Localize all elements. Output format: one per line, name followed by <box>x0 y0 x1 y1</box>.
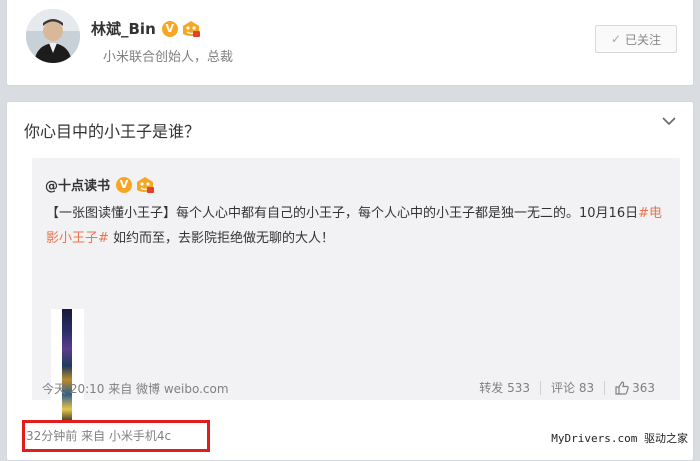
post-text: 你心目中的小王子是谁？ <box>24 122 201 141</box>
repost-button[interactable]: 转发 533 <box>479 379 530 396</box>
avatar-image <box>26 9 80 63</box>
post-card: 你心目中的小王子是谁？ @十点读书 V 【一张图读懂小王子】每个人心中都有自己的… <box>6 101 694 461</box>
user-name[interactable]: 林斌_Bin <box>91 18 156 39</box>
post-time-source[interactable]: 32分钟前 来自 小米手机4c <box>26 427 171 444</box>
check-icon: ✓ <box>610 32 622 46</box>
followed-button[interactable]: ✓ 已关注 <box>595 25 677 53</box>
verified-v-icon: V <box>116 176 133 193</box>
vip-member-icon[interactable] <box>135 176 155 194</box>
repost-body-text-1: 【一张图读懂小王子】每个人心中都有自己的小王子，每个人心中的小王子都是独一无二的… <box>46 206 639 221</box>
action-divider <box>540 380 541 395</box>
comment-button[interactable]: 评论 83 <box>551 379 594 396</box>
repost-actions: 转发 533 评论 83 363 <box>479 379 655 396</box>
verified-v-icon: V <box>161 20 178 37</box>
like-count[interactable]: 363 <box>632 381 655 395</box>
repost-body-text-2: 如约而至，去影院拒绝做无聊的大人！ <box>108 231 335 246</box>
repost-author[interactable]: @十点读书 <box>45 175 110 194</box>
action-divider <box>604 380 606 395</box>
repost-body: 【一张图读懂小王子】每个人心中都有自己的小王子，每个人心中的小王子都是独一无二的… <box>46 201 666 251</box>
reposted-post: @十点读书 V 【一张图读懂小王子】每个人心中都有自己的小王子，每个人心中的小王… <box>32 158 680 425</box>
followed-button-label: 已关注 <box>625 32 662 47</box>
repost-time-source[interactable]: 今天 20:10 来自 微博 weibo.com <box>42 380 229 397</box>
repost-image-content[interactable] <box>62 309 72 423</box>
avatar[interactable] <box>26 9 80 63</box>
thumbs-up-icon[interactable] <box>615 380 629 395</box>
user-title: 小米联合创始人，总裁 <box>103 50 234 65</box>
user-name-row: 林斌_Bin V <box>91 18 201 39</box>
profile-card: 林斌_Bin V 小米联合创始人，总裁 ✓ 已关注 <box>6 0 694 86</box>
chevron-down-icon[interactable] <box>662 116 676 126</box>
watermark: MyDrivers.com 驱动之家 <box>551 432 688 445</box>
repost-author-row: @十点读书 V <box>45 175 155 194</box>
vip-member-icon[interactable] <box>181 20 201 38</box>
